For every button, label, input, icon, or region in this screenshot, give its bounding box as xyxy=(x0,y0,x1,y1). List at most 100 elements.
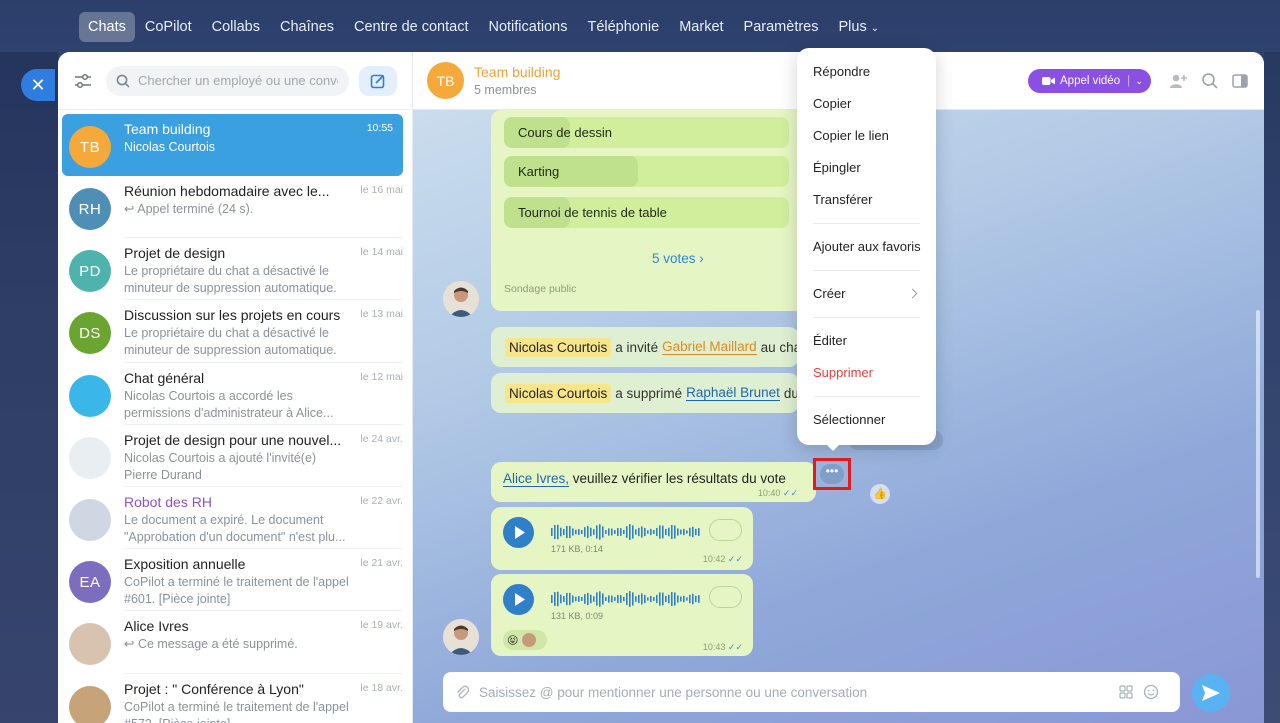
poll-option[interactable]: Karting xyxy=(504,156,789,187)
play-button[interactable] xyxy=(503,584,534,615)
actor-name[interactable]: Nicolas Courtois xyxy=(505,337,612,357)
text-message[interactable]: Alice Ivres, veuillez vérifier les résul… xyxy=(491,462,816,502)
chat-item-title: Exposition annuelle xyxy=(124,556,246,573)
chat-list-item[interactable]: Projet de design pour une nouvel... Nicol… xyxy=(58,425,413,487)
chevron-right-icon: › xyxy=(699,251,704,266)
nav-notifications[interactable]: Notifications xyxy=(478,12,577,42)
video-call-button[interactable]: Appel vidéo | ⌄ xyxy=(1028,69,1151,93)
waveform-bar xyxy=(596,592,598,606)
menu-select[interactable]: Sélectionner xyxy=(797,404,936,436)
waveform-bar xyxy=(608,528,610,536)
waveform-bar xyxy=(605,597,607,601)
menu-pin[interactable]: Épingler xyxy=(797,152,936,184)
chat-item-time: le 14 mai xyxy=(360,246,403,259)
chat-item-time: le 21 avr. xyxy=(360,557,403,570)
filter-icon[interactable] xyxy=(70,68,96,94)
paperclip-icon[interactable] xyxy=(455,684,469,700)
like-reaction-icon[interactable]: 👍 xyxy=(870,484,890,504)
menu-copy[interactable]: Copier xyxy=(797,88,936,120)
reactor-avatar xyxy=(522,633,537,647)
mention-link[interactable]: Alice Ivres, xyxy=(503,471,570,487)
waveform-bar xyxy=(671,524,673,540)
chat-avatar: RH xyxy=(69,188,111,230)
message-input[interactable] xyxy=(479,684,1109,700)
waveform-bar xyxy=(560,594,562,604)
sender-avatar[interactable] xyxy=(443,619,479,655)
waveform[interactable] xyxy=(551,522,701,542)
send-button[interactable] xyxy=(1192,674,1230,712)
chat-list-item[interactable]: RH Réunion hebdomadaire avec le... ↩ Appel… xyxy=(58,176,413,239)
menu-reply[interactable]: Répondre xyxy=(797,56,936,88)
playback-speed-toggle[interactable] xyxy=(709,586,742,608)
waveform-bar xyxy=(662,592,664,606)
chat-avatar: DS xyxy=(69,312,111,355)
chat-list-item[interactable]: Robot des RH Le document a expiré. Le doc… xyxy=(58,487,413,550)
nav-telephony[interactable]: Téléphonie xyxy=(577,12,669,42)
chat-sidebar: TB Team building Nicolas Courtois 10:55 RH Ré… xyxy=(58,52,413,723)
nav-contact-center[interactable]: Centre de contact xyxy=(344,12,478,42)
menu-add-favorites[interactable]: Ajouter aux favoris xyxy=(797,231,936,263)
chat-item-preview: ↩ Ce message a été supprimé. xyxy=(124,637,298,652)
waveform-bar xyxy=(665,595,667,603)
chat-item-title: Alice Ivres xyxy=(124,618,189,635)
search-box[interactable] xyxy=(106,65,349,96)
play-button[interactable] xyxy=(503,517,534,548)
target-name[interactable]: Gabriel Maillard xyxy=(662,339,757,355)
nav-settings[interactable]: Paramètres xyxy=(734,12,829,42)
chat-list-item[interactable]: EA Exposition annuelle CoPilot a terminé l… xyxy=(58,549,413,612)
apps-grid-icon[interactable] xyxy=(1119,685,1133,699)
nav-copilot[interactable]: CoPilot xyxy=(135,12,202,42)
target-name[interactable]: Raphaël Brunet xyxy=(686,385,780,401)
menu-create[interactable]: Créer xyxy=(797,278,936,310)
background-strip xyxy=(0,52,58,723)
chat-list-item[interactable]: Alice Ivres ↩ Ce message a été supprimé. l… xyxy=(58,611,413,674)
chat-list-item[interactable]: PD Projet de design Le propriétaire du cha… xyxy=(58,238,413,301)
voice-message: 131 KB, 0:09 😝 10:43 ✓✓ xyxy=(491,574,753,656)
waveform-bar xyxy=(659,592,661,606)
menu-forward[interactable]: Transférer xyxy=(797,184,936,216)
emoji-icon[interactable] xyxy=(1143,684,1159,700)
menu-copy-link[interactable]: Copier le lien xyxy=(797,120,936,152)
scrollbar[interactable] xyxy=(1256,310,1260,578)
playback-speed-toggle[interactable] xyxy=(709,519,742,541)
chat-list-item[interactable]: DS Discussion sur les projets en cours Le … xyxy=(58,300,413,363)
member-count[interactable]: 5 membres xyxy=(474,83,560,97)
waveform[interactable] xyxy=(551,589,701,609)
waveform-bar xyxy=(674,592,676,606)
chevron-down-icon[interactable]: ⌄ xyxy=(1135,76,1143,87)
message-time: 10:40 xyxy=(757,488,781,498)
poll-votes-link[interactable]: 5 votes › xyxy=(652,251,704,266)
menu-delete[interactable]: Supprimer xyxy=(797,357,936,389)
close-panel-button[interactable]: ✕ xyxy=(21,69,55,101)
nav-market[interactable]: Market xyxy=(669,12,733,42)
compose-icon xyxy=(370,74,385,88)
chat-item-preview: Nicolas Courtois a ajouté l'invité(e) Pi… xyxy=(124,450,317,482)
menu-edit[interactable]: Éditer xyxy=(797,325,936,357)
chat-list-item[interactable]: Projet : " Conférence à Lyon" CoPilot a t… xyxy=(58,674,413,723)
sidebar-toggle-icon[interactable] xyxy=(1231,72,1249,90)
waveform-bar xyxy=(656,527,658,537)
chat-list-item[interactable]: Chat général Nicolas Courtois a accordé l… xyxy=(58,363,413,425)
reactions[interactable]: 😝 xyxy=(503,630,547,650)
waveform-bar xyxy=(695,528,697,536)
chat-list-item[interactable]: TB Team building Nicolas Courtois 10:55 xyxy=(62,114,403,176)
waveform-bar xyxy=(668,527,670,537)
message-more-button[interactable]: ••• xyxy=(813,458,851,490)
actor-name[interactable]: Nicolas Courtois xyxy=(505,383,612,403)
nav-channels[interactable]: Chaînes xyxy=(270,12,344,42)
poll-option[interactable]: Tournoi de tennis de table xyxy=(504,197,789,228)
add-user-icon[interactable] xyxy=(1169,72,1187,90)
poll-option[interactable]: Cours de dessin xyxy=(504,117,789,148)
chat-avatar[interactable]: TB xyxy=(427,62,464,99)
search-input[interactable] xyxy=(138,73,338,88)
chat-item-preview: Nicolas Courtois a accordé les permissio… xyxy=(124,388,334,420)
search-icon[interactable] xyxy=(1201,72,1219,90)
sender-avatar[interactable] xyxy=(443,281,479,317)
menu-divider xyxy=(813,223,920,224)
new-chat-button[interactable] xyxy=(359,65,397,96)
waveform-bar xyxy=(671,591,673,607)
nav-more[interactable]: Plus ⌄ xyxy=(829,12,890,42)
chat-title[interactable]: Team building xyxy=(474,64,560,80)
nav-collabs[interactable]: Collabs xyxy=(202,12,270,42)
nav-chats[interactable]: Chats xyxy=(79,12,135,42)
